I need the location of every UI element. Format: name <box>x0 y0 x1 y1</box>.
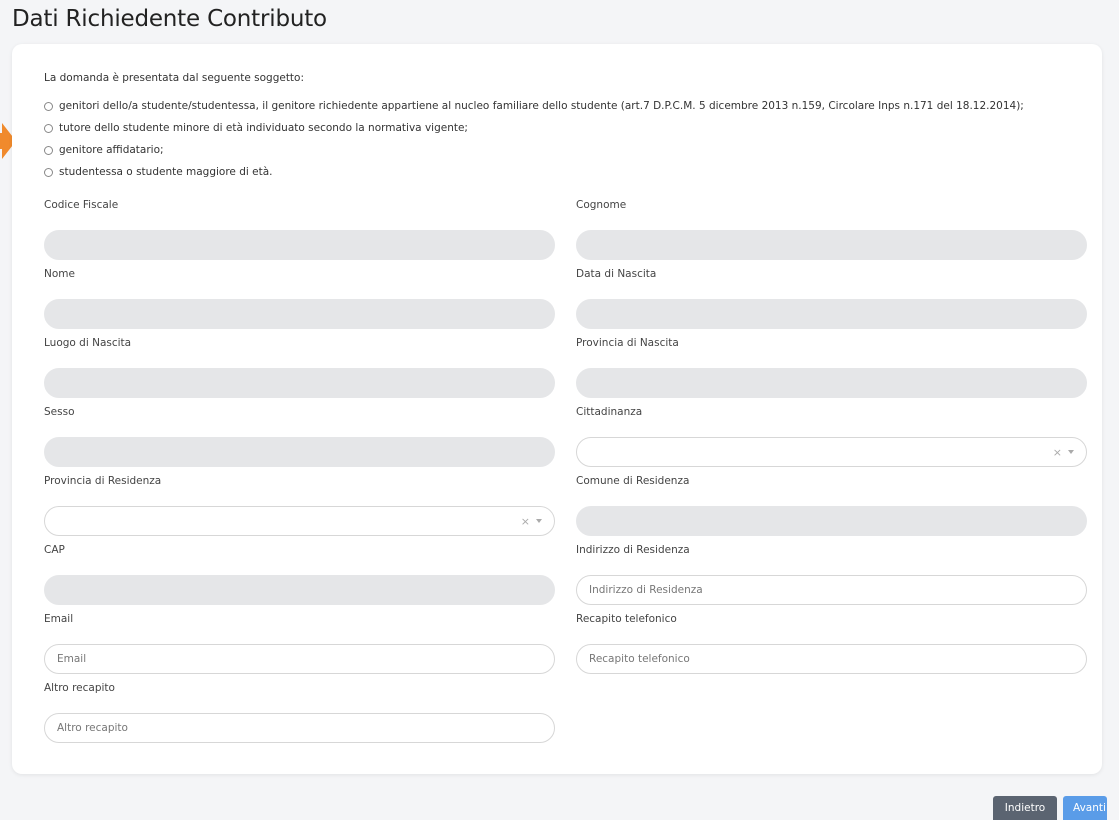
nome-field-group: Nome <box>44 267 555 329</box>
provincia-nascita-label: Provincia di Nascita <box>576 337 679 349</box>
comune-residenza-label: Comune di Residenza <box>576 475 690 487</box>
page-title: Dati Richiedente Contributo <box>12 6 327 32</box>
altro-recapito-field-group: Altro recapito <box>44 681 555 743</box>
indirizzo-residenza-label: Indirizzo di Residenza <box>576 544 690 556</box>
radio-button-icon[interactable] <box>44 123 53 133</box>
chevron-down-icon[interactable] <box>536 519 542 523</box>
provincia-residenza-label: Provincia di Residenza <box>44 475 162 487</box>
data-nascita-field <box>576 299 1087 329</box>
radio-option-genitore-affidatario[interactable]: genitore affidatario; <box>44 139 1024 161</box>
sesso-field <box>44 437 555 467</box>
provincia-residenza-select[interactable]: × <box>44 506 555 536</box>
applicant-intro-text: La domanda è presentata dal seguente sog… <box>44 72 305 84</box>
chevron-down-icon[interactable] <box>1068 450 1074 454</box>
cittadinanza-select[interactable]: × <box>576 437 1087 467</box>
radio-button-icon[interactable] <box>44 145 53 155</box>
radio-option-studente-maggiorenne[interactable]: studentessa o studente maggiore di età. <box>44 161 1024 183</box>
nome-label: Nome <box>44 268 75 280</box>
cognome-label: Cognome <box>576 199 627 211</box>
codice-fiscale-field-group: Codice Fiscale <box>44 198 555 260</box>
luogo-nascita-label: Luogo di Nascita <box>44 337 132 349</box>
comune-residenza-field <box>576 506 1087 536</box>
luogo-nascita-field-group: Luogo di Nascita <box>44 336 555 398</box>
radio-option-genitori[interactable]: genitori dello/a studente/studentessa, i… <box>44 95 1024 117</box>
sesso-field-group: Sesso <box>44 405 555 467</box>
cittadinanza-label: Cittadinanza <box>576 406 643 418</box>
codice-fiscale-field <box>44 230 555 260</box>
data-nascita-field-group: Data di Nascita <box>576 267 1087 329</box>
recapito-telefonico-input[interactable] <box>576 644 1087 674</box>
cognome-field <box>576 230 1087 260</box>
radio-button-icon[interactable] <box>44 167 53 177</box>
altro-recapito-label: Altro recapito <box>44 682 115 694</box>
email-input[interactable] <box>44 644 555 674</box>
cap-label: CAP <box>44 544 65 556</box>
sesso-label: Sesso <box>44 406 75 418</box>
radio-option-label: genitore affidatario; <box>59 144 164 156</box>
provincia-nascita-field-group: Provincia di Nascita <box>576 336 1087 398</box>
nome-field <box>44 299 555 329</box>
cap-field-group: CAP <box>44 543 555 605</box>
select-controls: × <box>521 515 542 528</box>
provincia-nascita-field <box>576 368 1087 398</box>
recapito-telefonico-field-group: Recapito telefonico <box>576 612 1087 674</box>
next-button[interactable]: Avanti <box>1063 796 1107 820</box>
altro-recapito-input[interactable] <box>44 713 555 743</box>
provincia-residenza-field-group: Provincia di Residenza × <box>44 474 555 536</box>
radio-button-icon[interactable] <box>44 101 53 111</box>
comune-residenza-field-group: Comune di Residenza <box>576 474 1087 536</box>
form-card: La domanda è presentata dal seguente sog… <box>12 44 1102 774</box>
clear-icon[interactable]: × <box>521 515 530 528</box>
codice-fiscale-label: Codice Fiscale <box>44 199 119 211</box>
select-controls: × <box>1053 446 1074 459</box>
data-nascita-label: Data di Nascita <box>576 268 657 280</box>
radio-option-label: genitori dello/a studente/studentessa, i… <box>59 100 1024 112</box>
radio-option-label: tutore dello studente minore di età indi… <box>59 122 468 134</box>
email-label: Email <box>44 613 74 625</box>
radio-option-label: studentessa o studente maggiore di età. <box>59 166 273 178</box>
radio-option-tutore[interactable]: tutore dello studente minore di età indi… <box>44 117 1024 139</box>
cittadinanza-field-group: Cittadinanza × <box>576 405 1087 467</box>
email-field-group: Email <box>44 612 555 674</box>
recapito-telefonico-label: Recapito telefonico <box>576 613 677 625</box>
luogo-nascita-field <box>44 368 555 398</box>
indirizzo-residenza-field-group: Indirizzo di Residenza <box>576 543 1087 605</box>
indirizzo-residenza-input[interactable] <box>576 575 1087 605</box>
cap-field <box>44 575 555 605</box>
clear-icon[interactable]: × <box>1053 446 1062 459</box>
applicant-type-radio-group: genitori dello/a studente/studentessa, i… <box>44 95 1024 183</box>
cognome-field-group: Cognome <box>576 198 1087 260</box>
back-button[interactable]: Indietro <box>993 796 1057 820</box>
